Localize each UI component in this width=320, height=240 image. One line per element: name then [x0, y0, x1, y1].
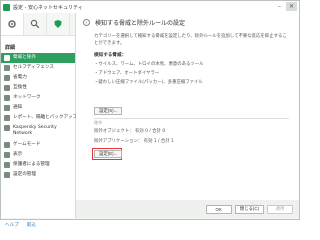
tab-scan[interactable] — [24, 13, 47, 35]
tab-settings[interactable] — [1, 13, 24, 35]
sidebar-nav: 脅威と除外 セルフディフェンス 省電力 互換性 ネットワーク 通知 レポート、隔… — [1, 53, 77, 180]
sidebar-item-compatibility[interactable]: 互換性 — [1, 83, 75, 93]
section-divider — [94, 118, 289, 119]
sidebar-item-display[interactable]: 表示 — [1, 150, 75, 160]
back-arrow-icon[interactable]: ‹ — [83, 19, 90, 26]
sidebar-item-network[interactable]: ネットワーク — [1, 93, 75, 103]
page-header: ‹ 検知する脅威と除外ルールの設定 — [83, 18, 299, 27]
window-title: 設定 - 安心ネットセキュリティ — [13, 4, 83, 11]
window-controls: – ✕ — [274, 2, 297, 11]
sidebar-section-heading: 詳細 — [5, 45, 16, 51]
app-logo-icon — [3, 3, 10, 11]
tab-protection[interactable] — [47, 13, 70, 35]
report-icon — [4, 115, 10, 121]
settings-window: 設定 - 安心ネットセキュリティ – ✕ 詳細 脅威と除外 セルフディフェンス … — [0, 0, 300, 228]
ok-button[interactable]: OK — [205, 204, 232, 214]
search-icon — [30, 19, 40, 29]
page-description: カテゴリーを選択して検知する脅威を設定したり、除外ルールを追加して不要な反応を抑… — [94, 34, 287, 46]
shield-icon — [54, 20, 62, 28]
shield-icon — [4, 55, 10, 61]
sidebar-item-parental[interactable]: 保護者による管理 — [1, 160, 75, 170]
compatibility-icon — [4, 85, 10, 91]
close-button[interactable]: 閉じる(C) — [234, 204, 264, 214]
threat-bullet: ・ウイルス、ワーム、トロイの木馬、悪意のあるツール — [94, 62, 204, 67]
gear-icon — [8, 20, 16, 28]
sidebar-item-self-defense[interactable]: セルフディフェンス — [1, 63, 75, 73]
sidebar-icon-tabs — [1, 13, 75, 36]
minimize-icon[interactable]: – — [274, 2, 285, 11]
sidebar-item-threats-exclusions[interactable]: 脅威と除外 — [1, 53, 75, 63]
sidebar-item-ksn[interactable]: Kaspersky Security Network — [1, 123, 75, 140]
sidebar: 詳細 脅威と除外 セルフディフェンス 省電力 互換性 ネットワーク 通知 レポー… — [1, 13, 77, 228]
display-icon — [4, 152, 10, 158]
network-icon — [4, 95, 10, 101]
threat-bullet: ・疑わしい圧縮ファイル(パッカー)、多重圧縮ファイル — [94, 80, 203, 85]
exclusion-section-label: 除外 — [94, 120, 103, 125]
exclusion-apps-status: 除外アプリケーション： 有効 1 / 合計 1 — [94, 139, 174, 144]
exclusion-settings-button[interactable]: 設定(E)... — [94, 150, 123, 158]
support-link[interactable]: 取込 — [27, 222, 36, 228]
parental-icon — [4, 162, 10, 168]
apply-button[interactable]: 適用 — [267, 204, 293, 214]
title-bar: 設定 - 安心ネットセキュリティ – ✕ — [1, 1, 299, 13]
sidebar-item-power-saving[interactable]: 省電力 — [1, 73, 75, 83]
threat-settings-button[interactable]: 設定(S)... — [94, 107, 123, 115]
sidebar-item-game-mode[interactable]: ゲームモード — [1, 140, 75, 150]
ksn-icon — [4, 125, 10, 131]
sidebar-item-notifications[interactable]: 通知 — [1, 103, 75, 113]
detect-heading: 検知する脅威： — [94, 53, 127, 58]
game-icon — [4, 142, 10, 148]
notification-icon — [4, 105, 10, 111]
close-icon[interactable]: ✕ — [286, 2, 297, 11]
main-content: ‹ 検知する脅威と除外ルールの設定 カテゴリーを選択して検知する脅威を設定したり… — [76, 13, 299, 200]
dialog-button-bar: OK 閉じる(C) 適用 — [76, 200, 299, 218]
sidebar-item-reports[interactable]: レポート、隔離とバックアップ — [1, 113, 77, 123]
help-link[interactable]: ヘルプ — [5, 222, 19, 228]
battery-icon — [4, 75, 10, 81]
page-title: 検知する脅威と除外ルールの設定 — [95, 20, 186, 27]
settings-manage-icon — [4, 172, 10, 178]
exclusion-objects-status: 除外オブジェクト： 有効 0 / 合計 0 — [94, 129, 166, 134]
sidebar-footer: ヘルプ 取込 — [5, 222, 36, 228]
sidebar-item-manage-settings[interactable]: 設定の管理 — [1, 170, 75, 180]
threat-bullet: ・アドウェア、オートダイヤラー — [94, 71, 160, 76]
self-defense-icon — [4, 65, 10, 71]
